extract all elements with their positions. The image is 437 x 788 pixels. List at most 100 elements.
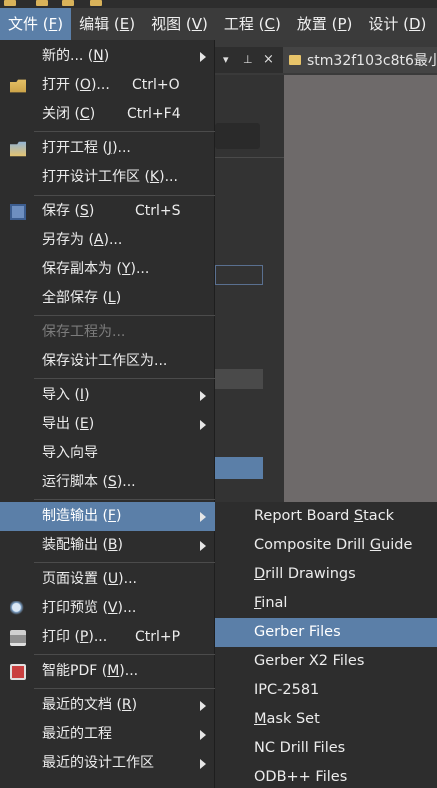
open-folder-icon [10, 79, 26, 93]
print-icon [10, 630, 26, 646]
submenu-item-label: Composite Drill Guide [254, 537, 413, 553]
toolbar-icon[interactable] [62, 0, 74, 6]
submenu-arrow-icon [200, 52, 206, 62]
menu-item-label: 运行脚本 (S)... [42, 474, 136, 490]
menu-item-export[interactable]: 导出 (E) [0, 410, 215, 439]
submenu-arrow-icon [200, 512, 206, 522]
menu-item-fabrication-outputs[interactable]: 制造输出 (F) [0, 502, 215, 531]
menu-item-assembly-outputs[interactable]: 装配输出 (B) [0, 531, 215, 560]
menu-separator [34, 195, 215, 196]
submenu-item-drill-drawings[interactable]: Drill Drawings [215, 560, 437, 589]
submenu-item-label: Report Board Stack [254, 508, 395, 524]
submenu-arrow-icon [200, 759, 206, 769]
submenu-item-label: Gerber X2 Files [254, 653, 365, 669]
menu-separator [34, 315, 215, 316]
submenu-item-label: ODB++ Files [254, 769, 348, 785]
submenu-item-report-board-stack[interactable]: Report Board Stack [215, 502, 437, 531]
menu-design[interactable]: 设计 (D) [360, 8, 434, 40]
document-icon [289, 55, 301, 65]
toolbar-icon[interactable] [36, 0, 48, 6]
submenu-item-label: Drill Drawings [254, 566, 356, 582]
menu-item-label: 页面设置 (U)... [42, 571, 137, 587]
menu-file[interactable]: 文件 (F) [0, 8, 72, 40]
panel-dropdown-icon[interactable]: ▾ [223, 47, 229, 73]
menu-item-label: 导入向导 [42, 445, 98, 461]
print-preview-icon [10, 601, 26, 617]
menu-item-save-all[interactable]: 全部保存 (L) [0, 284, 215, 313]
menu-item-label: 打印预览 (V)... [42, 600, 137, 616]
menu-project[interactable]: 工程 (C) [216, 8, 289, 40]
submenu-item-ipc-2581[interactable]: IPC-2581 [215, 676, 437, 705]
submenu-item-label: NC Drill Files [254, 740, 346, 756]
panel-pin-icon[interactable]: ⊥ [243, 47, 253, 73]
menu-item-open-workspace[interactable]: 打开设计工作区 (K)... [0, 163, 215, 192]
panel-row[interactable] [215, 369, 263, 389]
menu-item-new[interactable]: 新的... (N) [0, 42, 215, 71]
menu-item-save[interactable]: 保存 (S) Ctrl+S [0, 197, 215, 226]
menu-edit[interactable]: 编辑 (E) [71, 8, 143, 40]
menu-item-recent-projects[interactable]: 最近的工程 [0, 720, 215, 749]
panel-search-box[interactable] [215, 123, 260, 149]
menu-item-smart-pdf[interactable]: 智能PDF (M)... [0, 657, 215, 686]
smart-pdf-icon [10, 664, 26, 680]
menu-item-label: 新的... (N) [42, 48, 110, 64]
panel-input[interactable] [215, 265, 263, 285]
menu-item-import-wizard[interactable]: 导入向导 [0, 439, 215, 468]
menu-item-open[interactable]: 打开 (O)... Ctrl+O [0, 71, 215, 100]
menu-item-label: 打开设计工作区 (K)... [42, 169, 178, 185]
menu-item-label: 最近的文档 (R) [42, 697, 138, 713]
toolbar-icon[interactable] [90, 0, 102, 6]
menu-item-save-copy-as[interactable]: 保存副本为 (Y)... [0, 255, 215, 284]
menu-item-import[interactable]: 导入 (I) [0, 381, 215, 410]
menu-item-label: 最近的工程 [42, 726, 112, 742]
menu-place[interactable]: 放置 (P) [289, 8, 361, 40]
menu-item-label: 保存副本为 (Y)... [42, 261, 150, 277]
menu-bar: 文件 (F) 编辑 (E) 视图 (V) 工程 (C) 放置 (P) 设计 (D… [0, 8, 437, 40]
design-canvas[interactable] [284, 75, 437, 505]
menu-item-label: 导入 (I) [42, 387, 90, 403]
submenu-item-mask-set[interactable]: Mask Set [215, 705, 437, 734]
menu-view[interactable]: 视图 (V) [143, 8, 216, 40]
menu-item-page-setup[interactable]: 页面设置 (U)... [0, 565, 215, 594]
submenu-item-gerber-files[interactable]: Gerber Files [215, 618, 437, 647]
panel-close-icon[interactable]: × [263, 47, 274, 73]
menu-item-label: 打开工程 (J)... [42, 140, 131, 156]
document-tab-bar: ▾ ⊥ × stm32f103c8t6最小系统 [215, 47, 437, 73]
document-tab[interactable]: stm32f103c8t6最小系统 [283, 47, 437, 73]
panel-row-selected[interactable] [215, 457, 263, 479]
submenu-item-gerber-x2-files[interactable]: Gerber X2 Files [215, 647, 437, 676]
menu-separator [34, 562, 215, 563]
menu-item-label: 打开 (O)... [42, 77, 110, 93]
submenu-item-nc-drill-files[interactable]: NC Drill Files [215, 734, 437, 763]
menu-item-recent-documents[interactable]: 最近的文档 (R) [0, 691, 215, 720]
shortcut-label: Ctrl+S [135, 203, 181, 219]
menu-separator [34, 131, 215, 132]
menu-item-label: 另存为 (A)... [42, 232, 123, 248]
menu-item-print[interactable]: 打印 (P)... Ctrl+P [0, 623, 215, 652]
menu-item-label: 保存工程为... [42, 324, 126, 340]
submenu-item-odb-files[interactable]: ODB++ Files [215, 763, 437, 788]
menu-separator [34, 499, 215, 500]
menu-item-save-as[interactable]: 另存为 (A)... [0, 226, 215, 255]
menu-item-close[interactable]: 关闭 (C) Ctrl+F4 [0, 100, 215, 129]
menu-item-print-preview[interactable]: 打印预览 (V)... [0, 594, 215, 623]
submenu-arrow-icon [200, 541, 206, 551]
submenu-item-final[interactable]: Final [215, 589, 437, 618]
submenu-item-label: Gerber Files [254, 624, 341, 640]
menu-item-save-workspace-as[interactable]: 保存设计工作区为... [0, 347, 215, 376]
menu-item-run-script[interactable]: 运行脚本 (S)... [0, 468, 215, 497]
open-project-icon [10, 141, 26, 157]
menu-item-label: 制造输出 (F) [42, 508, 122, 524]
submenu-item-composite-drill-guide[interactable]: Composite Drill Guide [215, 531, 437, 560]
submenu-arrow-icon [200, 701, 206, 711]
menu-item-label: 全部保存 (L) [42, 290, 122, 306]
submenu-arrow-icon [200, 730, 206, 740]
menu-item-open-project[interactable]: 打开工程 (J)... [0, 134, 215, 163]
menu-item-label: 打印 (P)... [42, 629, 108, 645]
toolbar-icon[interactable] [4, 0, 16, 6]
submenu-item-label: Final [254, 595, 288, 611]
toolbar-strip [0, 0, 437, 8]
menu-item-label: 导出 (E) [42, 416, 95, 432]
menu-item-recent-workspaces[interactable]: 最近的设计工作区 [0, 749, 215, 778]
submenu-arrow-icon [200, 391, 206, 401]
